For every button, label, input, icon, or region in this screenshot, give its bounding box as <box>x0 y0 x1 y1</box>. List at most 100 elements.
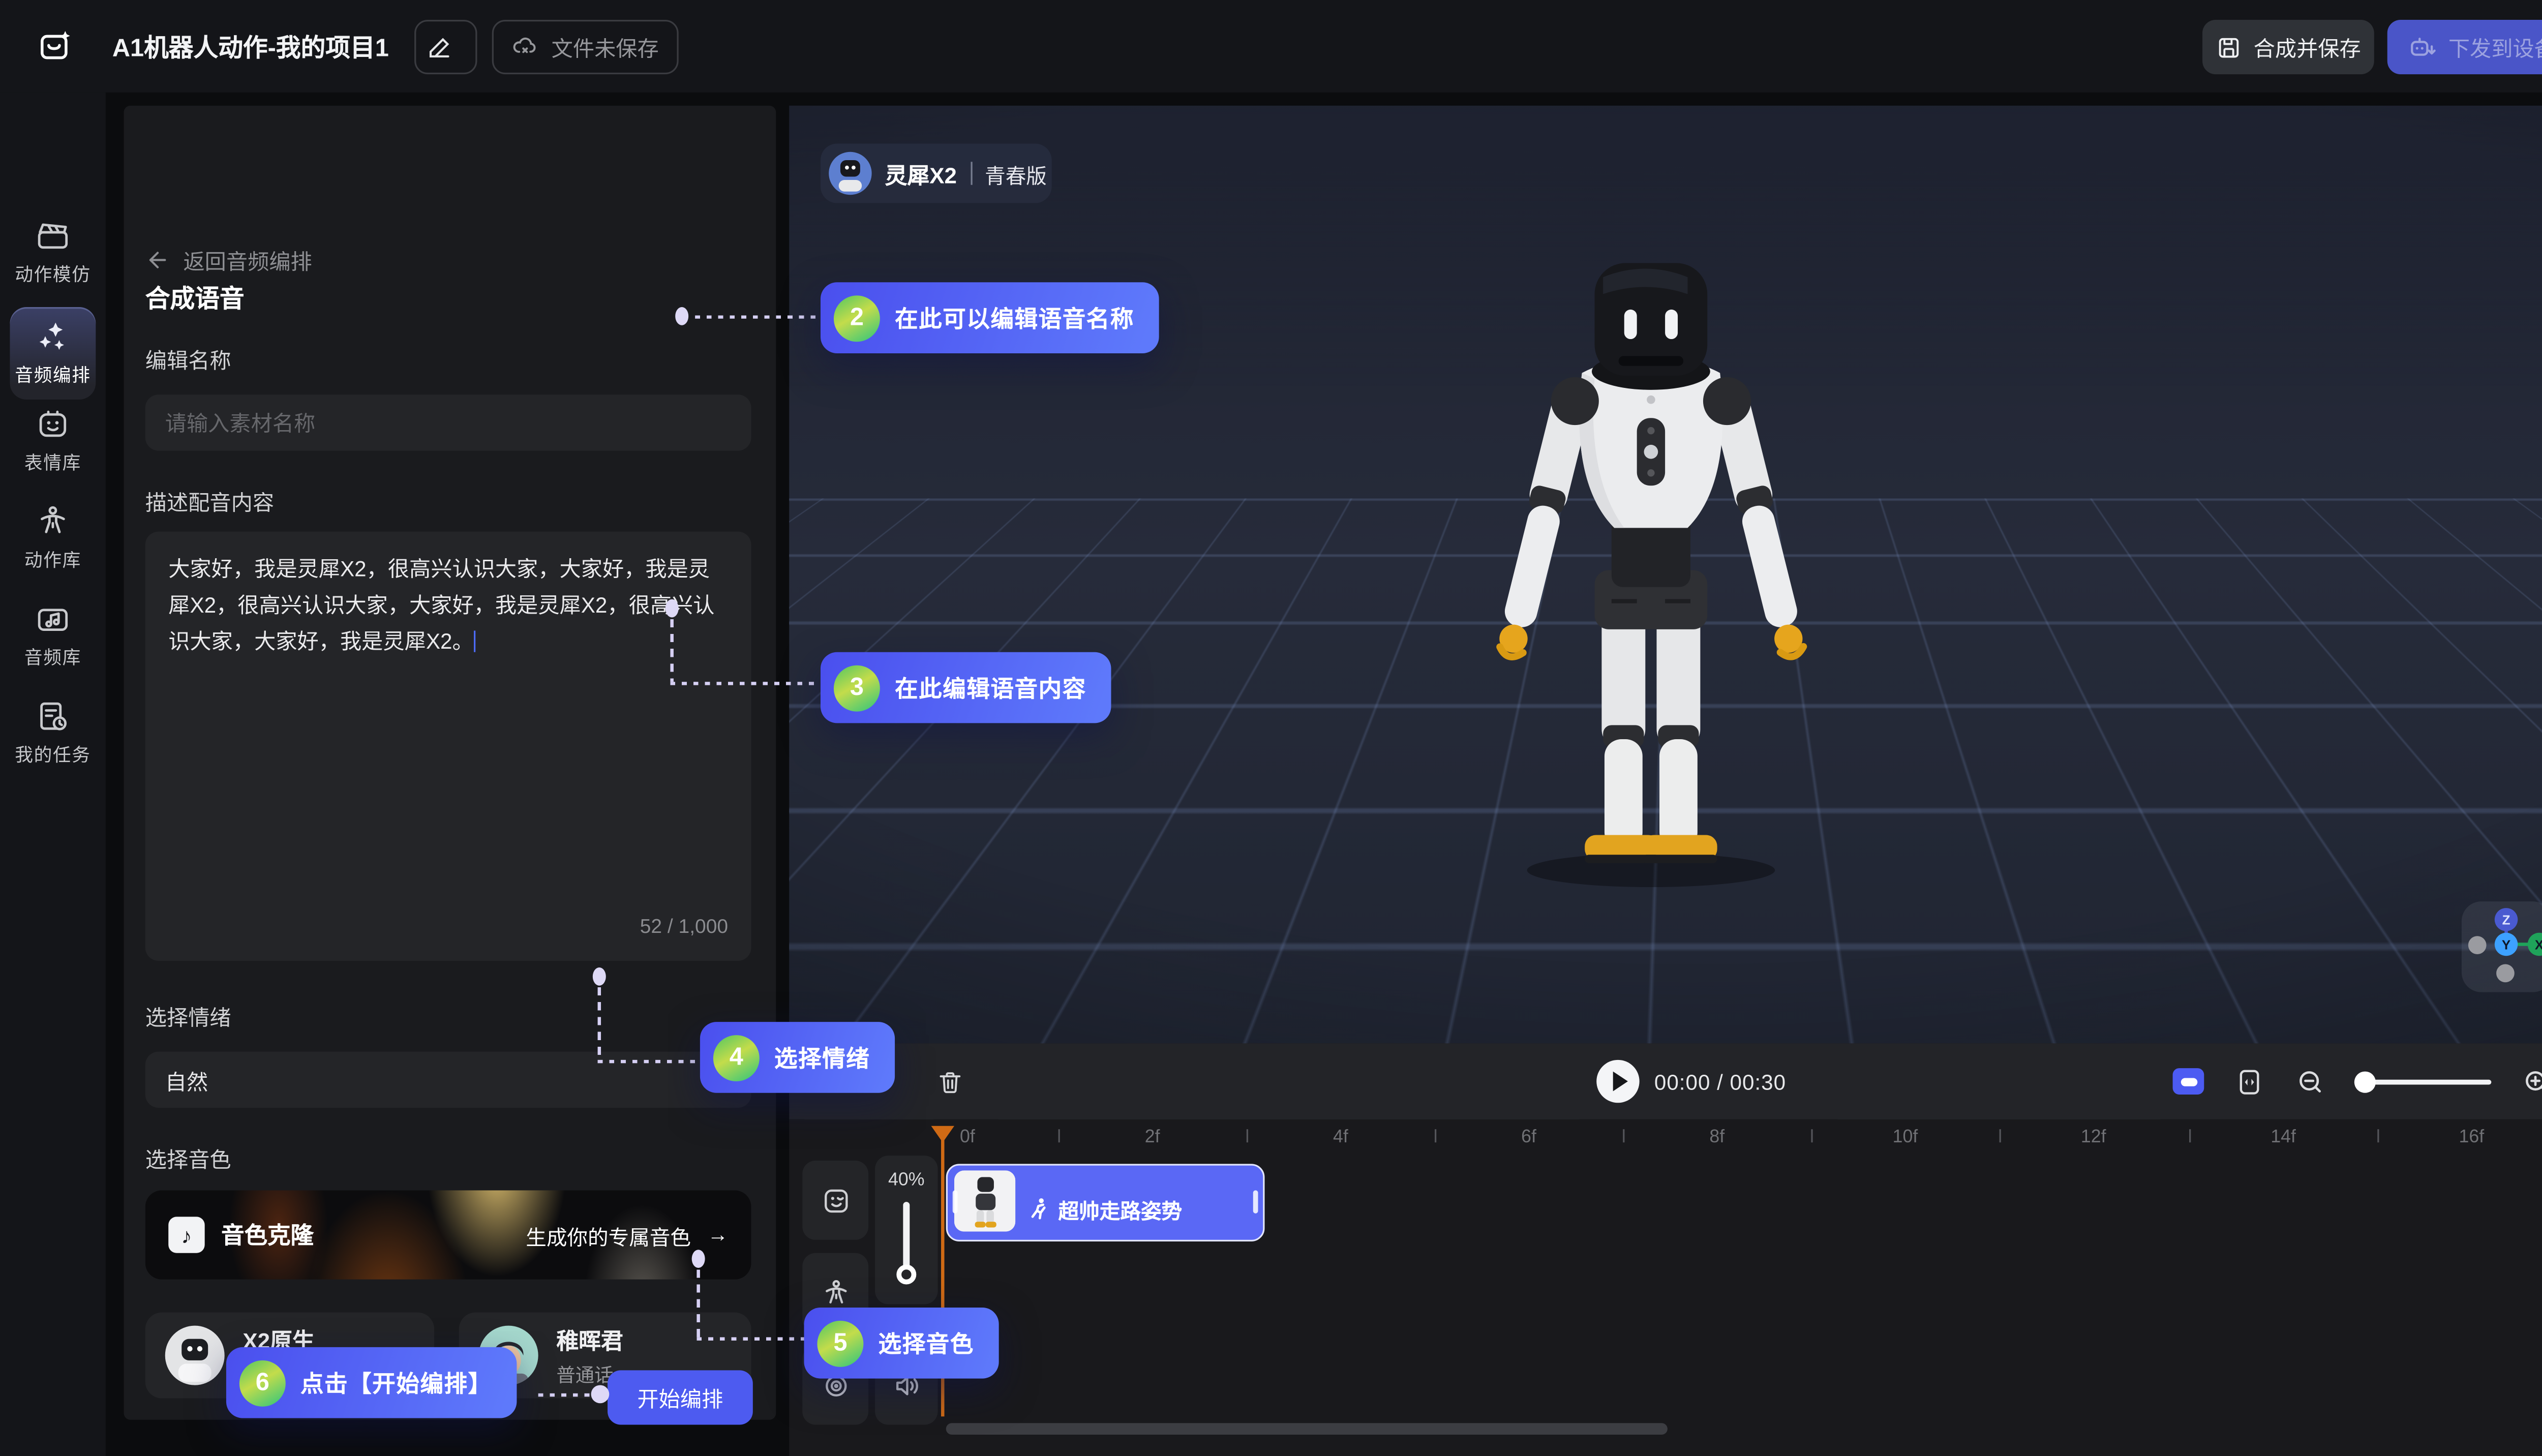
ruler-label: 4f <box>1333 1128 1348 1147</box>
play-button[interactable] <box>1596 1060 1639 1103</box>
connector-dot <box>591 1385 610 1404</box>
sidebar-label: 动作库 <box>24 547 81 573</box>
tip-text: 在此编辑语音内容 <box>895 671 1086 704</box>
start-arrange-button[interactable]: 开始编排 <box>608 1370 753 1424</box>
axis-neg-x-handle[interactable] <box>2468 936 2487 954</box>
cloud-offline-icon <box>510 32 539 61</box>
step-badge: 5 <box>817 1320 863 1366</box>
voice-clone-banner[interactable]: ♪ 音色克隆 生成你的专属音色 → <box>145 1190 751 1279</box>
clip-trim-right[interactable] <box>1253 1190 1258 1213</box>
volume-knob[interactable] <box>896 1265 916 1285</box>
emotion-label: 选择情绪 <box>145 1000 231 1032</box>
connector-line <box>670 682 821 685</box>
tutorial-tip-2: 2 在此可以编辑语音名称 <box>821 282 1159 353</box>
axis-gizmo[interactable]: Z Y X <box>2462 901 2542 992</box>
sidebar-item-action-lib[interactable]: 动作库 <box>7 503 99 572</box>
tip-text: 选择情绪 <box>774 1041 870 1074</box>
content-label: 描述配音内容 <box>145 486 274 517</box>
ruler-label: 6f <box>1521 1128 1536 1147</box>
arrow-right-icon: → <box>708 1223 729 1246</box>
axis-neg-z-handle[interactable] <box>2496 964 2515 982</box>
floppy-icon <box>2216 34 2242 60</box>
time-display: 00:00 / 00:30 <box>1654 1069 1786 1094</box>
connector-line <box>538 1393 598 1397</box>
volume-track-control[interactable]: 40% <box>875 1156 937 1304</box>
expression-track-header[interactable] <box>802 1161 868 1240</box>
back-link[interactable]: 返回音频编排 <box>145 245 312 276</box>
tip-text: 选择音色 <box>879 1326 974 1359</box>
connector-line <box>670 619 673 682</box>
timeline-scrollbar[interactable] <box>946 1423 1668 1435</box>
trash-icon <box>936 1067 964 1095</box>
sparkles-icon <box>35 319 71 355</box>
robot-download-icon <box>2407 33 2439 61</box>
sidebar-item-expression-lib[interactable]: 表情库 <box>7 406 99 475</box>
slider-knob[interactable] <box>2354 1071 2376 1092</box>
wink-face-icon <box>820 1185 851 1216</box>
sidebar-item-motion-mimic[interactable]: 动作模仿 <box>7 218 99 287</box>
clip-trim-left[interactable] <box>953 1190 958 1213</box>
sidebar-label: 我的任务 <box>15 741 90 768</box>
step-badge: 3 <box>834 664 880 711</box>
ruler-label: 0f <box>960 1128 975 1147</box>
zoom-out-button[interactable] <box>2295 1066 2326 1097</box>
robot-face-icon <box>35 406 71 442</box>
delete-clip-button[interactable] <box>936 1067 964 1095</box>
clone-title: 音色克隆 <box>221 1219 314 1252</box>
tutorial-tip-6: 6 点击【开始编排】 <box>226 1347 517 1418</box>
tip-text: 在此可以编辑语音名称 <box>895 301 1134 335</box>
clip-label: 超帅走路姿势 <box>1058 1193 1183 1224</box>
music-frame-icon <box>35 601 71 637</box>
back-label: 返回音频编排 <box>183 245 312 276</box>
ruler-label: 10f <box>1893 1128 1918 1147</box>
zoom-in-button[interactable] <box>2521 1066 2542 1097</box>
step-badge: 4 <box>713 1034 760 1080</box>
deploy-label: 下发到设备 <box>2448 32 2542 63</box>
tutorial-tip-3: 3 在此编辑语音内容 <box>821 652 1111 723</box>
axis-x-handle[interactable]: X <box>2528 933 2542 956</box>
timeline-toolbar: 00:00 / 00:30 <box>789 1043 2542 1119</box>
rename-button[interactable] <box>414 19 476 73</box>
tutorial-tip-4: 4 选择情绪 <box>700 1022 895 1093</box>
robot-edition: 青春版 <box>985 158 1047 189</box>
app-logo-icon <box>36 26 76 66</box>
divider <box>970 162 972 185</box>
axis-y-handle[interactable]: Y <box>2495 933 2518 956</box>
save-button[interactable]: 合成并保存 <box>2202 20 2374 74</box>
app-window: A1机器人动作-我的项目1 文件未保存 合成并保存 <box>0 0 2542 1456</box>
sidebar-item-audio-arrange[interactable]: 音频编排 <box>10 307 96 400</box>
name-label: 编辑名称 <box>145 343 231 375</box>
person-icon <box>820 1277 851 1309</box>
deploy-button[interactable]: 下发到设备 <box>2387 20 2542 74</box>
robot-avatar <box>165 1326 225 1385</box>
robot-model[interactable] <box>1440 132 1862 958</box>
connector-line <box>598 1060 700 1063</box>
timeline-zoom-slider[interactable] <box>2356 1079 2491 1084</box>
sidebar-label: 表情库 <box>24 449 81 475</box>
sidebar-label: 动作模仿 <box>15 261 90 287</box>
sidebar-item-audio-lib[interactable]: 音频库 <box>7 601 99 670</box>
back-arrow-icon <box>145 248 170 272</box>
timeline-body: 0f 2f 4f 6f 8f 10f 12f 14f 16f 40% <box>789 1119 2542 1456</box>
char-counter: 52 / 1,000 <box>640 908 728 944</box>
voice-name: 稚晖君 <box>556 1322 623 1355</box>
motion-clip[interactable]: 超帅走路姿势 <box>946 1164 1265 1241</box>
connector-dot <box>665 599 679 618</box>
save-label: 合成并保存 <box>2254 32 2361 63</box>
clapperboard-icon <box>35 218 71 254</box>
file-status-button[interactable]: 文件未保存 <box>491 19 678 73</box>
fit-clip-button[interactable] <box>2173 1068 2204 1095</box>
material-name-input[interactable] <box>145 395 751 450</box>
robot-chip-avatar <box>829 152 871 195</box>
sidebar-item-my-tasks[interactable]: 我的任务 <box>7 699 99 768</box>
sidebar-label: 音频编排 <box>15 361 90 388</box>
volume-slider[interactable] <box>903 1202 909 1275</box>
clone-cta[interactable]: 生成你的专属音色 → <box>526 1219 728 1251</box>
synthesis-panel: 返回音频编排 合成语音 编辑名称 描述配音内容 大家好，我是灵犀X2，很高兴认识… <box>124 106 776 1420</box>
viewport-3d[interactable]: 灵犀X2 青春版 Z Y X <box>789 106 2542 1044</box>
axis-z-handle[interactable]: Z <box>2495 908 2518 931</box>
voice-content-textarea[interactable]: 大家好，我是灵犀X2，很高兴认识大家，大家好，我是灵犀X2，很高兴认识大家，大家… <box>145 532 751 961</box>
connector-dot <box>675 307 688 325</box>
clip-range-button[interactable] <box>2234 1066 2265 1097</box>
sidebar-label: 音频库 <box>24 644 81 670</box>
